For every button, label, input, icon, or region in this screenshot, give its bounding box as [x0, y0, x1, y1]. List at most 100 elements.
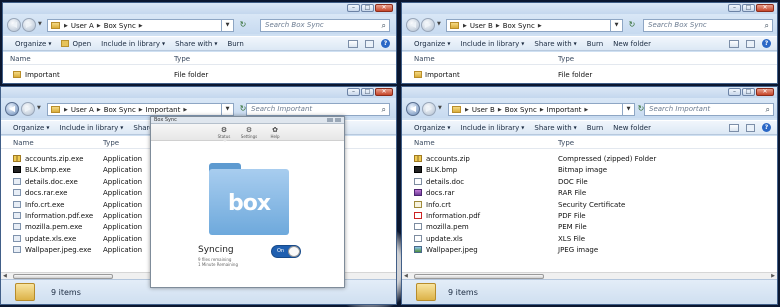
title-bar[interactable]: – □ ✕ [402, 3, 777, 14]
column-header-type[interactable]: Type [103, 139, 119, 147]
help-icon[interactable]: ? [381, 39, 390, 48]
preview-pane-icon[interactable] [365, 39, 374, 48]
minimize-button[interactable]: – [347, 88, 360, 96]
include-in-library-menu[interactable]: Include in library ▼ [59, 124, 123, 132]
include-in-library-menu[interactable]: Include in library ▼ [460, 40, 524, 48]
new-folder-button[interactable]: New folder [613, 40, 651, 48]
column-header-name[interactable]: Name [10, 55, 31, 63]
burn-button[interactable]: Burn [227, 40, 243, 48]
list-item[interactable]: BLK.bmp Bitmap image [402, 164, 777, 175]
list-item[interactable]: Information.pdf PDF File [402, 210, 777, 221]
open-button[interactable]: Open [61, 40, 91, 48]
address-bar[interactable]: ▶ User B ▶ Box Sync ▶ Important ▶ [448, 103, 623, 116]
close-button[interactable]: ✕ [756, 88, 774, 96]
back-button[interactable]: ◀ [406, 102, 420, 116]
column-header-name[interactable]: Name [414, 55, 435, 63]
preview-pane-icon[interactable] [746, 123, 755, 132]
breadcrumb-user[interactable]: User B [472, 106, 495, 114]
forward-button[interactable]: ▶ [22, 18, 36, 32]
organize-menu[interactable]: Organize ▼ [15, 40, 51, 48]
title-bar[interactable]: – □ ✕ [402, 87, 777, 98]
maximize-button[interactable]: □ [742, 4, 755, 12]
tab-help[interactable]: ✿ Help [262, 126, 288, 139]
list-item[interactable]: Important File folder [402, 69, 777, 80]
list-item[interactable]: update.xls XLS File [402, 233, 777, 244]
view-options-icon[interactable] [729, 39, 739, 48]
back-button[interactable]: ◀ [7, 18, 21, 32]
list-item[interactable]: details.doc DOC File [402, 176, 777, 187]
back-button[interactable]: ◀ [5, 102, 19, 116]
refresh-icon[interactable]: ↻ [236, 19, 250, 32]
list-item[interactable]: Wallpaper.jpeg JPEG image [402, 244, 777, 255]
recent-pages-dropdown[interactable]: ▼ [38, 21, 42, 27]
maximize-button[interactable]: □ [361, 4, 374, 12]
address-bar[interactable]: ▶ User A ▶ Box Sync ▶ [47, 19, 222, 32]
new-folder-button[interactable]: New folder [613, 124, 651, 132]
breadcrumb-box-sync[interactable]: Box Sync [104, 106, 136, 114]
organize-menu[interactable]: Organize ▼ [414, 40, 450, 48]
maximize-button[interactable]: □ [361, 88, 374, 96]
horizontal-scrollbar[interactable]: ◀ ▶ [402, 272, 777, 279]
breadcrumb-box-sync[interactable]: Box Sync [505, 106, 537, 114]
address-bar[interactable]: ▶ User A ▶ Box Sync ▶ Important ▶ [47, 103, 222, 116]
search-input[interactable]: Search Box Sync ⌕ [260, 19, 390, 32]
list-item[interactable]: docs.rar RAR File [402, 187, 777, 198]
help-icon[interactable]: ? [762, 39, 771, 48]
breadcrumb-user[interactable]: User B [470, 22, 493, 30]
breadcrumb-box-sync[interactable]: Box Sync [503, 22, 535, 30]
burn-button[interactable]: Burn [587, 124, 603, 132]
dialog-title-bar[interactable]: Box Sync [151, 117, 344, 124]
address-bar[interactable]: ▶ User B ▶ Box Sync ▶ [446, 19, 611, 32]
minimize-button[interactable] [327, 118, 333, 122]
share-with-menu[interactable]: Share with▼ [534, 40, 576, 48]
breadcrumb-important[interactable]: Important [547, 106, 582, 114]
close-button[interactable]: ✕ [375, 4, 393, 12]
organize-menu[interactable]: Organize ▼ [13, 124, 49, 132]
close-button[interactable]: ✕ [375, 88, 393, 96]
column-header-type[interactable]: Type [558, 55, 574, 63]
minimize-button[interactable]: – [728, 88, 741, 96]
list-item[interactable]: accounts.zip Compressed (zipped) Folder [402, 153, 777, 164]
title-bar[interactable]: – □ ✕ [3, 3, 396, 14]
share-with-menu[interactable]: Share with▼ [534, 124, 576, 132]
list-item[interactable]: mozilla.pem PEM File [402, 221, 777, 232]
close-button[interactable]: ✕ [756, 4, 774, 12]
column-header-type[interactable]: Type [174, 55, 190, 63]
forward-button[interactable]: ▶ [421, 18, 435, 32]
include-in-library-menu[interactable]: Include in library ▼ [101, 40, 165, 48]
minimize-button[interactable]: – [728, 4, 741, 12]
sync-toggle[interactable]: On [271, 245, 301, 258]
close-button[interactable] [335, 118, 341, 122]
column-header-type[interactable]: Type [558, 139, 574, 147]
help-icon[interactable]: ? [762, 123, 771, 132]
recent-pages-dropdown[interactable]: ▼ [437, 21, 441, 27]
address-dropdown[interactable]: ▼ [611, 19, 623, 32]
tab-settings[interactable]: ⚙ Settings [236, 126, 262, 139]
breadcrumb-user[interactable]: User A [71, 106, 94, 114]
back-button[interactable]: ◀ [406, 18, 420, 32]
title-bar[interactable]: – □ ✕ [1, 87, 396, 98]
recent-pages-dropdown[interactable]: ▼ [37, 105, 41, 111]
breadcrumb-box-sync[interactable]: Box Sync [104, 22, 136, 30]
view-options-icon[interactable] [729, 123, 739, 132]
forward-button[interactable]: ▶ [21, 102, 35, 116]
column-header-name[interactable]: Name [414, 139, 435, 147]
address-dropdown[interactable]: ▼ [222, 19, 234, 32]
breadcrumb-important[interactable]: Important [146, 106, 181, 114]
maximize-button[interactable]: □ [742, 88, 755, 96]
column-header-name[interactable]: Name [13, 139, 34, 147]
search-input[interactable]: Search Important ⌕ [246, 103, 390, 116]
minimize-button[interactable]: – [347, 4, 360, 12]
breadcrumb-user[interactable]: User A [71, 22, 94, 30]
organize-menu[interactable]: Organize ▼ [414, 124, 450, 132]
search-input[interactable]: Search Box Sync ⌕ [643, 19, 773, 32]
list-item[interactable]: Info.crt Security Certificate [402, 199, 777, 210]
share-with-menu[interactable]: Share with▼ [175, 40, 217, 48]
preview-pane-icon[interactable] [746, 39, 755, 48]
view-options-icon[interactable] [348, 39, 358, 48]
forward-button[interactable]: ▶ [422, 102, 436, 116]
list-item[interactable]: Important File folder [3, 69, 396, 80]
burn-button[interactable]: Burn [587, 40, 603, 48]
recent-pages-dropdown[interactable]: ▼ [438, 105, 442, 111]
address-dropdown[interactable]: ▼ [222, 103, 234, 116]
